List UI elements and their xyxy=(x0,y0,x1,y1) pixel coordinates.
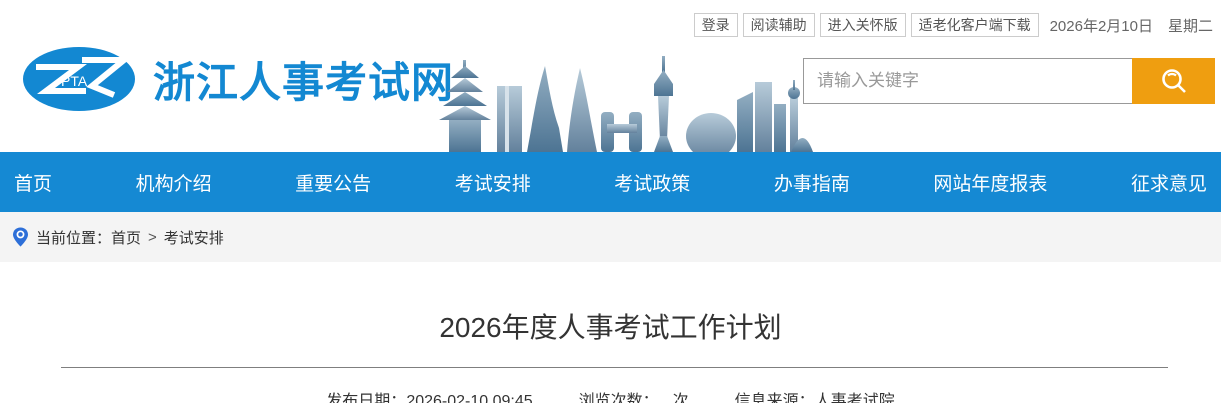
title-divider xyxy=(61,367,1168,368)
page-header: 登录 阅读辅助 进入关怀版 适老化客户端下载 2026年2月10日 星期二 PT… xyxy=(0,0,1221,152)
nav-item-about[interactable]: 机构介绍 xyxy=(136,169,212,196)
search-bar xyxy=(803,58,1215,104)
article-meta: 发布日期：2026-02-10 09:45 浏览次数： 次 信息来源：人事考试院 xyxy=(0,387,1221,403)
search-icon xyxy=(1159,66,1189,96)
publish-date-label: 发布日期： xyxy=(326,393,406,403)
breadcrumb: 当前位置： 首页 > 考试安排 xyxy=(0,212,1221,262)
site-logo-area[interactable]: PTA 浙江人事考试网 xyxy=(22,46,454,112)
reading-aid-button[interactable]: 阅读辅助 xyxy=(743,13,815,37)
login-button[interactable]: 登录 xyxy=(694,13,738,37)
nav-item-feedback[interactable]: 征求意见 xyxy=(1131,169,1207,196)
nav-item-exam-policy[interactable]: 考试政策 xyxy=(614,169,690,196)
breadcrumb-current-link[interactable]: 考试安排 xyxy=(164,227,224,248)
article-title: 2026年度人事考试工作计划 xyxy=(0,306,1221,346)
utility-bar: 登录 阅读辅助 进入关怀版 适老化客户端下载 2026年2月10日 星期二 xyxy=(694,13,1213,37)
publish-date: 发布日期：2026-02-10 09:45 xyxy=(326,387,532,403)
breadcrumb-home-link[interactable]: 首页 xyxy=(111,227,141,248)
nav-item-annual-report[interactable]: 网站年度报表 xyxy=(933,169,1047,196)
breadcrumb-separator: > xyxy=(148,229,157,246)
publish-date-value: 2026-02-10 09:45 xyxy=(406,393,532,403)
view-count-label: 浏览次数： xyxy=(579,393,659,403)
search-input[interactable] xyxy=(803,58,1132,104)
care-version-button[interactable]: 进入关怀版 xyxy=(820,13,906,37)
search-button[interactable] xyxy=(1132,58,1215,104)
nav-item-home[interactable]: 首页 xyxy=(14,169,52,196)
article-area: 2026年度人事考试工作计划 发布日期：2026-02-10 09:45 浏览次… xyxy=(0,306,1221,403)
nav-item-announcements[interactable]: 重要公告 xyxy=(295,169,371,196)
current-date: 2026年2月10日 xyxy=(1050,15,1153,36)
site-name: 浙江人事考试网 xyxy=(153,49,454,110)
elderly-client-download-button[interactable]: 适老化客户端下载 xyxy=(911,13,1039,37)
info-source: 信息来源：人事考试院 xyxy=(735,387,895,403)
view-count: 浏览次数： 次 xyxy=(579,387,689,403)
main-nav: 首页 机构介绍 重要公告 考试安排 考试政策 办事指南 网站年度报表 征求意见 xyxy=(0,152,1221,212)
view-count-value: 次 xyxy=(673,393,689,403)
svg-text:PTA: PTA xyxy=(61,73,88,89)
current-weekday: 星期二 xyxy=(1168,15,1213,36)
nav-item-exam-schedule[interactable]: 考试安排 xyxy=(455,169,531,196)
location-pin-icon xyxy=(12,227,29,247)
nav-item-service-guide[interactable]: 办事指南 xyxy=(774,169,850,196)
breadcrumb-label: 当前位置： xyxy=(36,227,111,248)
city-skyline-graphic xyxy=(435,56,813,152)
info-source-value: 人事考试院 xyxy=(815,393,895,403)
zjpta-logo-icon: PTA xyxy=(22,46,136,112)
info-source-label: 信息来源： xyxy=(735,393,815,403)
